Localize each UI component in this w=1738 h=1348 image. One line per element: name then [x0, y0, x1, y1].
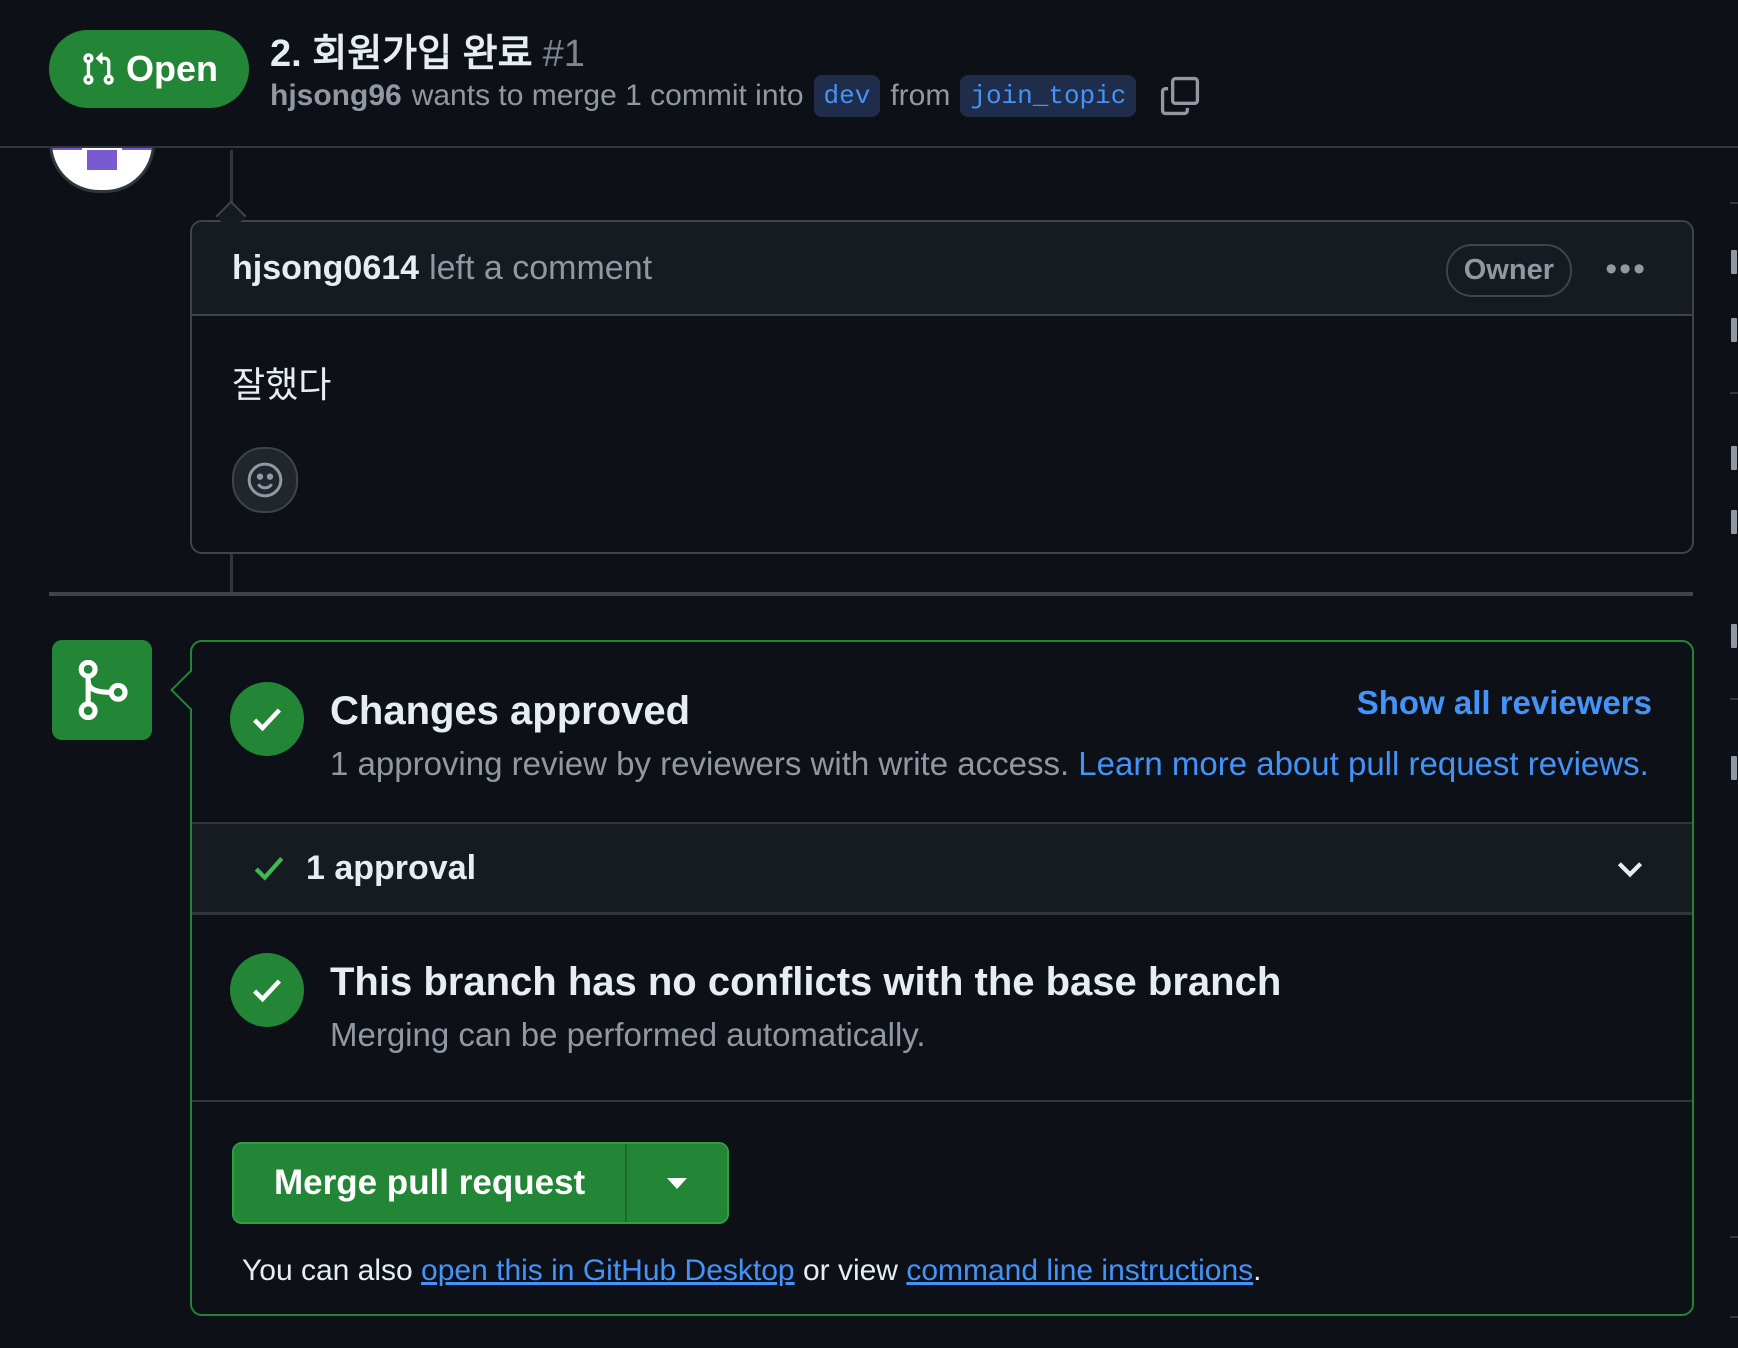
approved-description-text: 1 approving review by reviewers with wri…	[330, 745, 1070, 782]
pr-author-link[interactable]: hjsong96	[270, 79, 402, 113]
approval-row[interactable]: 1 approval	[192, 824, 1692, 915]
chevron-down-icon[interactable]	[1613, 851, 1647, 885]
approved-description: 1 approving review by reviewers with wri…	[330, 745, 1649, 783]
smiley-icon	[247, 462, 283, 498]
pr-merge-text: wants to merge 1 commit into	[411, 79, 804, 112]
comment-card: hjsong0614 left a comment Owner ••• 잘했다	[190, 220, 1694, 554]
pr-from-text: from	[890, 79, 951, 112]
merge-box: Changes approved 1 approving review by r…	[190, 640, 1694, 1316]
approval-status-section: Changes approved 1 approving review by r…	[192, 642, 1692, 824]
pr-state-label: Open	[125, 48, 218, 89]
timeline-divider	[49, 592, 1693, 596]
comment-header: hjsong0614 left a comment Owner •••	[192, 222, 1692, 316]
merge-status-icon	[52, 640, 152, 740]
approval-count-label: 1 approval	[306, 848, 477, 887]
merge-pull-request-button[interactable]: Merge pull request	[234, 1144, 626, 1222]
conflicts-title: This branch has no conflicts with the ba…	[330, 960, 1282, 1004]
merge-hint-prefix: You can also	[242, 1254, 413, 1287]
head-branch[interactable]: join_topic	[960, 75, 1137, 117]
kebab-icon[interactable]: •••	[1605, 250, 1647, 289]
check-icon	[254, 857, 284, 881]
check-circle-icon	[230, 682, 304, 756]
pr-state-badge: Open	[49, 30, 249, 108]
merge-action-section: Merge pull request You can also open thi…	[192, 1102, 1692, 1312]
git-pull-request-icon	[83, 52, 114, 85]
open-in-desktop-link[interactable]: open this in GitHub Desktop	[421, 1254, 795, 1287]
owner-badge: Owner	[1445, 244, 1572, 297]
merge-hint-suffix: .	[1253, 1254, 1262, 1287]
learn-more-reviews-link[interactable]: Learn more about pull request reviews.	[1078, 745, 1648, 782]
sidebar-edge	[1730, 146, 1738, 1348]
comment-action: left a comment	[429, 248, 653, 287]
conflicts-section: This branch has no conflicts with the ba…	[192, 915, 1692, 1102]
add-reaction-button[interactable]	[232, 447, 298, 513]
show-all-reviewers-link[interactable]: Show all reviewers	[1357, 684, 1652, 722]
copy-icon[interactable]	[1158, 74, 1202, 118]
pr-header: Open 2. 회원가입 완료 #1 hjsong96 wants to merg…	[0, 0, 1738, 148]
git-merge-icon	[78, 660, 128, 720]
pr-title: 2. 회원가입 완료 #1	[270, 22, 585, 77]
merge-hint-middle: or view	[802, 1254, 898, 1287]
command-line-instructions-link[interactable]: command line instructions	[906, 1254, 1253, 1287]
merge-button-group: Merge pull request	[232, 1142, 730, 1224]
pr-number: #1	[542, 33, 585, 75]
base-branch[interactable]: dev	[813, 75, 881, 117]
approved-title: Changes approved	[330, 689, 691, 733]
merge-options-dropdown[interactable]	[625, 1144, 728, 1222]
merge-hint: You can also open this in GitHub Desktop…	[242, 1254, 1261, 1288]
check-circle-icon	[230, 953, 304, 1027]
comment-body: 잘했다	[232, 364, 332, 405]
pr-meta: hjsong96 wants to merge 1 commit into de…	[270, 74, 1202, 118]
triangle-down-icon	[667, 1178, 688, 1189]
comment-author[interactable]: hjsong0614	[232, 249, 419, 288]
pr-title-text: 2. 회원가입 완료	[270, 33, 533, 75]
conflicts-description: Merging can be performed automatically.	[330, 1016, 926, 1053]
